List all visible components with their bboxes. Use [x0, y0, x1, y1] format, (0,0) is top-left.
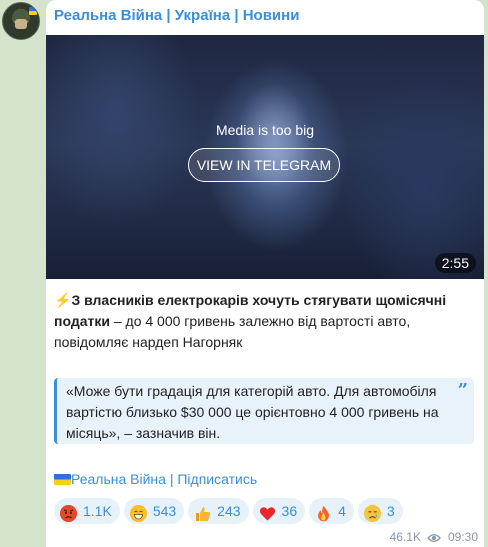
fire-icon [315, 505, 332, 522]
heart-icon [259, 505, 276, 522]
message-bubble: Реальна Війна | Україна | Новини Media i… [46, 0, 484, 547]
reaction-heart[interactable]: 36 [252, 498, 306, 524]
ukraine-flag-icon [29, 7, 37, 15]
reaction-fire[interactable]: 4 [309, 498, 354, 524]
quote-mark-icon: ” [457, 380, 468, 401]
reaction-cry[interactable]: 3 [357, 498, 403, 524]
message-meta: 46.1K 09:30 [390, 530, 478, 546]
subscribe-link-text[interactable]: Реальна Війна | Підписатись [71, 471, 257, 487]
channel-name[interactable]: Реальна Війна | Україна | Новини [54, 7, 299, 24]
message-time: 09:30 [447, 530, 478, 544]
media-too-big-notice: Media is too big [215, 122, 315, 138]
eye-icon [427, 532, 441, 546]
video-media[interactable]: Media is too big VIEW IN TELEGRAM 2:55 [46, 35, 484, 279]
post-text: ⚡З власників електрокарів хочуть стягува… [54, 290, 459, 353]
reaction-count: 543 [152, 503, 177, 519]
avatar-face-shape [15, 19, 27, 29]
video-duration: 2:55 [434, 253, 476, 273]
thumbs-up-icon [194, 505, 211, 522]
blockquote: «Може бути градація для категорій авто. … [54, 378, 474, 444]
reaction-angry[interactable]: 1.1K [54, 498, 120, 524]
reaction-count: 243 [217, 503, 241, 519]
reaction-count: 1.1K [83, 503, 112, 519]
reaction-count: 36 [281, 503, 298, 519]
reaction-count: 3 [386, 503, 395, 519]
grinning-face-icon [129, 504, 147, 522]
crying-face-icon [363, 504, 381, 522]
view-count: 46.1K [389, 530, 421, 544]
reaction-thumbs-up[interactable]: 243 [188, 498, 249, 524]
lightning-icon: ⚡ [54, 292, 72, 308]
quote-text: «Може бути градація для категорій авто. … [66, 383, 439, 441]
reactions-bar: 1.1K 543 243 36 4 3 [54, 498, 407, 524]
angry-face-icon [60, 504, 77, 522]
view-in-telegram-button[interactable]: VIEW IN TELEGRAM [188, 148, 340, 182]
reaction-grin[interactable]: 543 [123, 498, 185, 524]
channel-avatar[interactable] [2, 2, 40, 40]
ukraine-flag-icon [54, 474, 71, 485]
reaction-count: 4 [338, 503, 346, 519]
subscribe-link[interactable]: Реальна Війна | Підписатись [54, 471, 257, 487]
